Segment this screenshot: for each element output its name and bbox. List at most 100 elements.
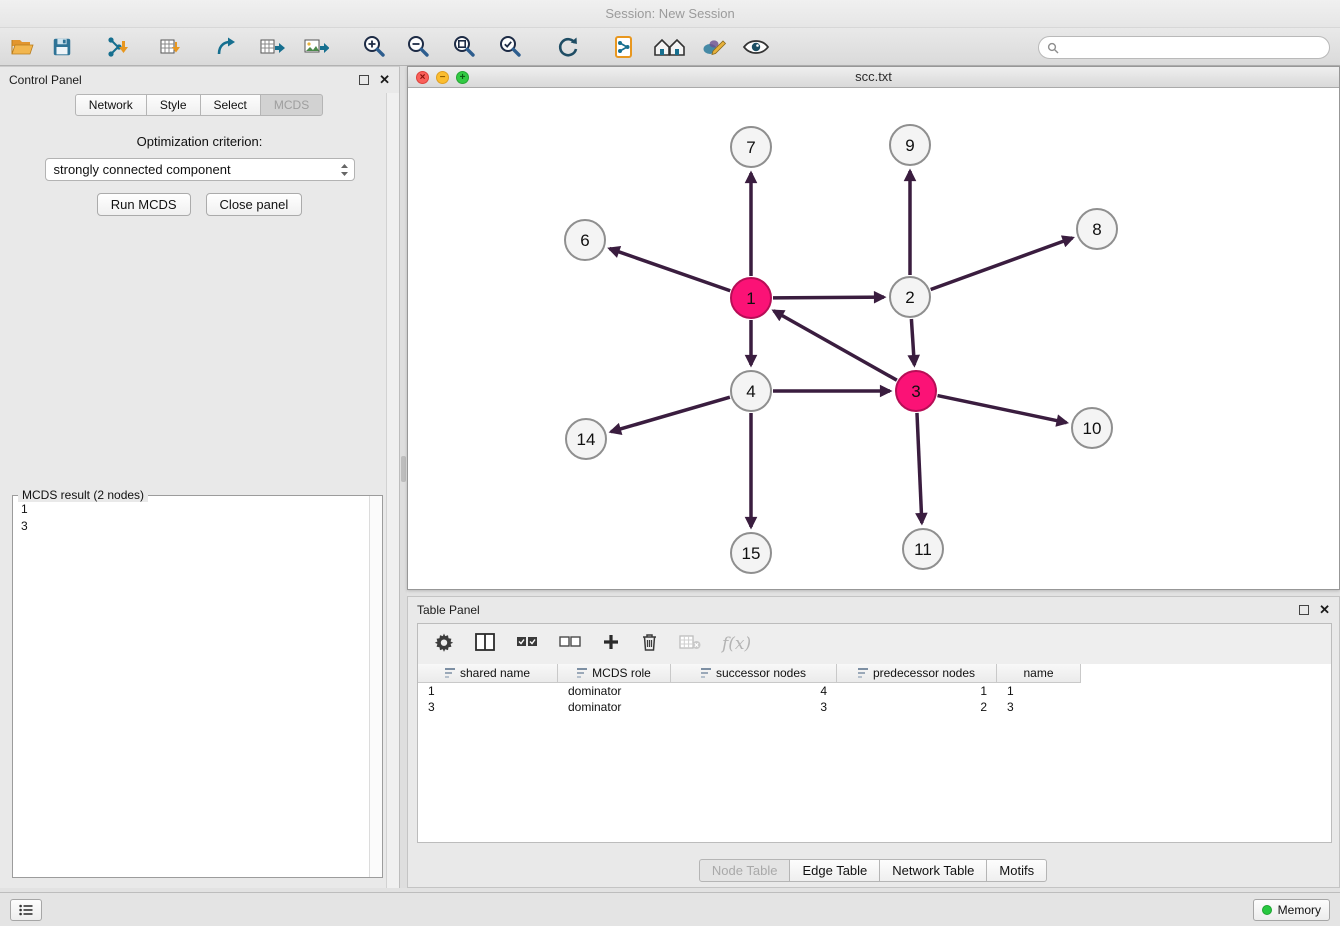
close-panel-button[interactable]: Close panel <box>206 193 303 216</box>
minimize-window-icon[interactable]: − <box>436 71 449 84</box>
column-header-mcds-role[interactable]: MCDS role <box>558 664 671 683</box>
window-titlebar[interactable]: Session: New Session <box>0 0 1340 28</box>
svg-text:6: 6 <box>580 231 589 250</box>
node-table-body: 1dominator4113dominator323 <box>418 683 1331 842</box>
svg-text:4: 4 <box>746 382 755 401</box>
tab-style[interactable]: Style <box>146 94 201 116</box>
tab-edge-table[interactable]: Edge Table <box>789 859 880 882</box>
style-brush-icon[interactable] <box>700 33 728 61</box>
float-table-panel-icon[interactable] <box>1299 605 1309 615</box>
deselect-all-icon[interactable] <box>559 634 581 655</box>
delete-row-trash-icon[interactable] <box>641 632 658 657</box>
save-session-icon[interactable] <box>48 33 76 61</box>
zoom-fit-icon[interactable] <box>450 33 478 61</box>
node-6[interactable]: 6 <box>565 220 605 260</box>
edge-1-2[interactable] <box>773 297 884 298</box>
column-header-successor-nodes[interactable]: successor nodes <box>671 664 837 683</box>
export-network-icon[interactable] <box>212 33 240 61</box>
network-canvas[interactable]: 7 9 6 8 1 2 4 3 14 10 15 11 <box>408 88 1339 589</box>
settings-gear-icon[interactable] <box>434 632 454 657</box>
column-header-shared-name[interactable]: shared name <box>418 664 558 683</box>
table-row[interactable]: 3dominator323 <box>418 699 1331 715</box>
node-3[interactable]: 3 <box>896 371 936 411</box>
svg-text:7: 7 <box>746 138 755 157</box>
close-window-icon[interactable]: × <box>416 71 429 84</box>
edge-3-1[interactable] <box>774 311 897 380</box>
close-table-panel-icon[interactable]: ✕ <box>1319 605 1330 615</box>
control-panel-scrollbar[interactable] <box>386 93 399 888</box>
network-window-titlebar[interactable]: × − + scc.txt <box>408 67 1339 88</box>
column-header-name[interactable]: name <box>997 664 1081 683</box>
mcds-result-list: 13 <box>13 496 382 540</box>
memory-status-icon <box>1262 905 1272 915</box>
table-panel-tabs: Node Table Edge Table Network Table Moti… <box>408 859 1339 882</box>
node-9[interactable]: 9 <box>890 125 930 165</box>
search-field[interactable] <box>1038 36 1330 59</box>
control-panel-tabs: Network Style Select MCDS <box>0 94 399 116</box>
node-8[interactable]: 8 <box>1077 209 1117 249</box>
tab-node-table[interactable]: Node Table <box>699 859 791 882</box>
export-image-icon[interactable] <box>302 33 330 61</box>
refresh-icon[interactable] <box>554 33 582 61</box>
optimization-criterion-select[interactable]: strongly connected component <box>45 158 355 181</box>
open-file-icon[interactable] <box>8 33 36 61</box>
edge-3-11[interactable] <box>917 413 922 523</box>
zoom-selected-icon[interactable] <box>496 33 524 61</box>
run-mcds-button[interactable]: Run MCDS <box>97 193 191 216</box>
node-4[interactable]: 4 <box>731 371 771 411</box>
show-hide-eye-icon[interactable] <box>742 33 770 61</box>
table-row[interactable]: 1dominator411 <box>418 683 1331 699</box>
node-11[interactable]: 11 <box>903 529 943 569</box>
table-cell: 2 <box>837 699 997 715</box>
splitter-handle[interactable] <box>401 456 406 482</box>
export-table-icon[interactable] <box>258 33 286 61</box>
zoom-in-icon[interactable] <box>360 33 388 61</box>
tab-mcds[interactable]: MCDS <box>260 94 323 116</box>
import-network-icon[interactable] <box>104 33 132 61</box>
mcds-result-scrollbar[interactable] <box>369 496 382 877</box>
memory-button[interactable]: Memory <box>1253 899 1330 921</box>
search-input[interactable] <box>1064 41 1321 55</box>
table-cell: 3 <box>997 699 1081 715</box>
add-row-icon[interactable] <box>602 633 620 656</box>
search-icon <box>1047 42 1059 54</box>
panel-splitter[interactable] <box>400 66 407 888</box>
edge-2-3[interactable] <box>911 319 914 365</box>
edge-1-6[interactable] <box>610 249 731 291</box>
copy-view-icon[interactable] <box>610 33 638 61</box>
svg-text:3: 3 <box>911 382 920 401</box>
zoom-window-icon[interactable]: + <box>456 71 469 84</box>
svg-text:11: 11 <box>914 540 932 559</box>
node-14[interactable]: 14 <box>566 419 606 459</box>
split-columns-icon[interactable] <box>475 633 495 656</box>
svg-text:14: 14 <box>577 430 596 449</box>
table-panel-header: Table Panel ✕ <box>408 597 1339 623</box>
tab-motifs[interactable]: Motifs <box>986 859 1047 882</box>
select-all-icon[interactable] <box>516 634 538 655</box>
node-1[interactable]: 1 <box>731 278 771 318</box>
import-table-icon[interactable] <box>156 33 184 61</box>
node-table-header: shared name MCDS role successor nodes pr… <box>418 664 1331 683</box>
edge-4-14[interactable] <box>611 397 730 432</box>
task-history-button[interactable] <box>10 899 42 921</box>
mcds-result-item: 1 <box>21 501 374 518</box>
float-panel-icon[interactable] <box>359 75 369 85</box>
tab-select[interactable]: Select <box>200 94 261 116</box>
zoom-out-icon[interactable] <box>404 33 432 61</box>
window-title: Session: New Session <box>605 6 734 21</box>
tab-network-table[interactable]: Network Table <box>879 859 987 882</box>
close-panel-icon[interactable]: ✕ <box>379 75 390 85</box>
table-panel: Table Panel ✕ <box>407 596 1340 888</box>
home-icon[interactable] <box>652 33 688 61</box>
edge-2-8[interactable] <box>931 238 1073 290</box>
node-7[interactable]: 7 <box>731 127 771 167</box>
node-10[interactable]: 10 <box>1072 408 1112 448</box>
node-15[interactable]: 15 <box>731 533 771 573</box>
svg-text:8: 8 <box>1092 220 1101 239</box>
node-2[interactable]: 2 <box>890 277 930 317</box>
sort-icon <box>445 668 456 678</box>
column-header-predecessor-nodes[interactable]: predecessor nodes <box>837 664 997 683</box>
edge-3-10[interactable] <box>938 396 1067 423</box>
tab-network[interactable]: Network <box>75 94 147 116</box>
application-window: Session: New Session <box>0 0 1340 926</box>
